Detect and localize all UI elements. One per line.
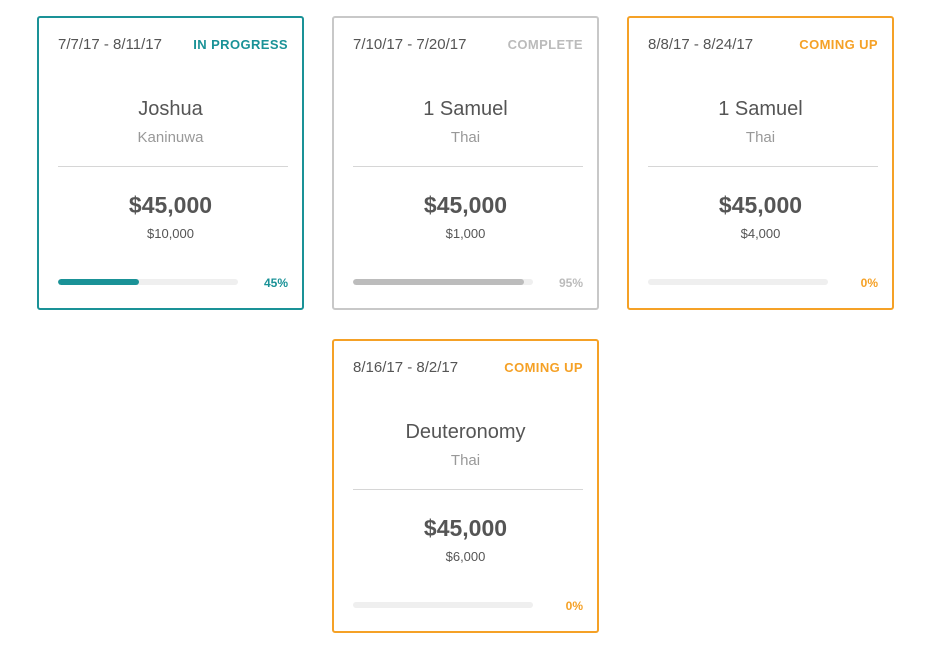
progress-bar xyxy=(648,279,828,285)
date-range: 7/7/17 - 8/11/17 xyxy=(58,36,162,53)
language-name: Thai xyxy=(450,452,481,469)
divider xyxy=(353,166,583,167)
status-badge: IN PROGRESS xyxy=(193,37,288,52)
progress-bar xyxy=(58,279,238,285)
total-amount: $45,000 xyxy=(423,192,508,218)
date-range: 8/16/17 - 8/2/17 xyxy=(353,359,459,376)
progress-percent: 45% xyxy=(263,276,288,290)
progress-bar xyxy=(353,602,533,608)
project-card[interactable]: 8/16/17 - 8/2/17 COMING UP Deuteronomy T… xyxy=(332,339,599,633)
raised-amount: $10,000 xyxy=(147,226,194,241)
status-badge: COMING UP xyxy=(799,37,878,52)
book-title: Deuteronomy xyxy=(405,421,526,443)
project-cards-grid: 7/7/17 - 8/11/17 IN PROGRESS Joshua Kani… xyxy=(0,0,938,671)
status-badge: COMING UP xyxy=(504,360,583,375)
book-title: 1 Samuel xyxy=(718,98,803,120)
raised-amount: $6,000 xyxy=(445,549,486,564)
raised-amount: $1,000 xyxy=(445,226,486,241)
total-amount: $45,000 xyxy=(718,192,803,218)
language-name: Thai xyxy=(745,129,776,146)
divider xyxy=(58,166,288,167)
progress-percent: 0% xyxy=(860,276,878,290)
language-name: Kaninuwa xyxy=(137,129,204,146)
project-card[interactable]: 7/10/17 - 7/20/17 COMPLETE 1 Samuel Thai… xyxy=(332,16,599,310)
progress-percent: 95% xyxy=(558,276,583,290)
language-name: Thai xyxy=(450,129,481,146)
divider xyxy=(353,489,583,490)
card-header: 7/7/17 - 8/11/17 IN PROGRESS xyxy=(58,36,288,53)
project-card[interactable]: 8/8/17 - 8/24/17 COMING UP 1 Samuel Thai… xyxy=(627,16,894,310)
divider xyxy=(648,166,878,167)
book-title: 1 Samuel xyxy=(423,98,508,120)
progress-percent: 0% xyxy=(565,599,583,613)
progress-bar xyxy=(353,279,533,285)
total-amount: $45,000 xyxy=(423,515,508,541)
progress-bar-fill xyxy=(353,279,524,285)
project-card[interactable]: 7/7/17 - 8/11/17 IN PROGRESS Joshua Kani… xyxy=(37,16,304,310)
card-header: 8/16/17 - 8/2/17 COMING UP xyxy=(353,359,583,376)
total-amount: $45,000 xyxy=(128,192,213,218)
card-header: 7/10/17 - 7/20/17 COMPLETE xyxy=(353,36,583,53)
raised-amount: $4,000 xyxy=(740,226,781,241)
book-title: Joshua xyxy=(138,98,203,120)
progress-bar-fill xyxy=(58,279,139,285)
card-header: 8/8/17 - 8/24/17 COMING UP xyxy=(648,36,878,53)
date-range: 7/10/17 - 7/20/17 xyxy=(353,36,467,53)
status-badge: COMPLETE xyxy=(507,37,583,52)
date-range: 8/8/17 - 8/24/17 xyxy=(648,36,754,53)
